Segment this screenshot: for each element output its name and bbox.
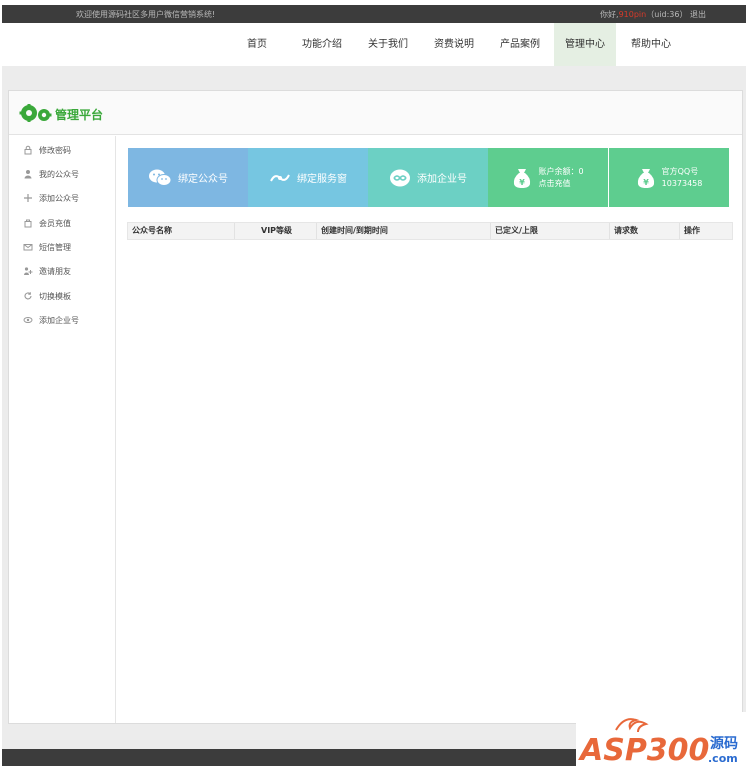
sidebar-item-add-enterprise[interactable]: 添加企业号 — [23, 313, 79, 327]
sidebar-item-label: 邀请朋友 — [39, 266, 71, 276]
sidebar-item-label: 添加企业号 — [39, 315, 79, 325]
add-enterprise-tile[interactable]: 添加企业号 — [368, 148, 488, 207]
sidebar-item-label: 短信管理 — [39, 242, 71, 252]
asp300-logo-icon: ASP300 源码 .com — [578, 718, 738, 766]
bag-icon — [23, 218, 33, 228]
alipay-icon — [269, 171, 291, 185]
panel-title: 管理平台 — [55, 108, 104, 122]
user-info: 你好,910pin（uid:36） 退出 — [600, 9, 706, 20]
svg-text:¥: ¥ — [520, 178, 526, 187]
nav-item-help[interactable]: 帮助中心 — [620, 23, 682, 66]
sidebar-item-label: 切换模板 — [39, 291, 71, 301]
column-header: 请求数 — [610, 223, 680, 239]
sidebar-item-label: 添加公众号 — [39, 193, 79, 203]
column-header: 操作 — [684, 226, 700, 235]
nav-item-pricing[interactable]: 资费说明 — [424, 23, 484, 66]
watermark-brand: ASP300 — [578, 733, 709, 766]
sidebar-item-switch-template[interactable]: 切换模板 — [23, 289, 71, 303]
nav-item-about[interactable]: 关于我们 — [358, 23, 418, 66]
bind-service-window-tile[interactable]: 绑定服务窗 — [248, 148, 368, 207]
plus-icon — [23, 193, 33, 203]
sidebar-item-recharge[interactable]: 会员充值 — [23, 216, 71, 230]
balance-line: 账户余额：0 — [538, 166, 584, 176]
column-header: VIP等级 — [235, 223, 317, 239]
qq-number: 10373458 — [661, 178, 703, 188]
invite-icon — [23, 266, 33, 276]
column-header: 公众号名称 — [128, 223, 235, 239]
nav-item-features[interactable]: 功能介绍 — [292, 23, 352, 66]
money-bag-icon: ¥ — [512, 167, 532, 189]
lock-icon — [23, 145, 33, 155]
welcome-text: 欢迎使用源码社区多用户微信营销系统! — [76, 10, 216, 19]
tile-label: 添加企业号 — [417, 174, 467, 185]
main-nav: 首页 功能介绍 关于我们 资费说明 产品案例 管理中心 帮助中心 — [2, 23, 746, 66]
sidebar-item-add-account[interactable]: 添加公众号 — [23, 191, 79, 205]
tile-label: 绑定公众号 — [178, 174, 228, 185]
sidebar-item-label: 我的公众号 — [39, 169, 79, 179]
nav-item-admin[interactable]: 管理中心 — [554, 23, 616, 66]
gears-logo-icon — [19, 104, 52, 122]
qq-label: 官方QQ号 — [661, 166, 699, 176]
recharge-link[interactable]: 点击充值 — [538, 178, 583, 190]
sidebar: 修改密码 我的公众号 添加公众号 会员充值 短信管理 邀请朋友 切换模板 添加企… — [9, 136, 116, 723]
sidebar-item-sms[interactable]: 短信管理 — [23, 240, 71, 254]
nav-item-cases[interactable]: 产品案例 — [490, 23, 550, 66]
official-qq-tile[interactable]: ¥ 官方QQ号 10373458 — [609, 148, 729, 207]
sidebar-item-label: 修改密码 — [39, 145, 71, 155]
money-bag-icon: ¥ — [636, 167, 656, 189]
username-link[interactable]: 910pin — [619, 10, 647, 19]
greeting-prefix: 你好, — [600, 10, 619, 19]
sidebar-item-label: 会员充值 — [39, 218, 71, 228]
panel-header: 管理平台 — [9, 91, 742, 135]
wechat-icon — [148, 168, 172, 188]
asp300-watermark: ASP300 源码 .com — [576, 712, 748, 766]
uid-text: （uid:36） — [646, 10, 688, 19]
watermark-suffix: 源码 — [710, 735, 738, 752]
bind-wechat-tile[interactable]: 绑定公众号 — [128, 148, 248, 207]
nav-item-home[interactable]: 首页 — [234, 23, 280, 66]
logout-link[interactable]: 退出 — [690, 10, 706, 19]
top-bar: 欢迎使用源码社区多用户微信营销系统! 你好,910pin（uid:36） 退出 — [2, 5, 746, 23]
qq-text: 官方QQ号 10373458 — [662, 166, 703, 190]
sidebar-item-change-password[interactable]: 修改密码 — [23, 143, 71, 157]
sidebar-item-invite[interactable]: 邀请朋友 — [23, 264, 71, 278]
refresh-icon — [23, 291, 33, 301]
user-icon — [23, 169, 33, 179]
action-tiles: 绑定公众号 绑定服务窗 添加企业号 ¥ 账户余额：0 点击充值 ¥ 官方QQ号 … — [128, 148, 729, 207]
svg-text:¥: ¥ — [643, 178, 649, 187]
tile-label: 绑定服务窗 — [297, 174, 347, 185]
balance-text: 账户余额：0 点击充值 — [538, 166, 583, 190]
column-header: 已定义/上限 — [491, 223, 610, 239]
account-balance-tile[interactable]: ¥ 账户余额：0 点击充值 — [488, 148, 608, 207]
column-header: 创建时间/到期时间 — [317, 223, 491, 239]
mail-icon — [23, 242, 33, 252]
watermark-domain: .com — [708, 752, 738, 765]
enterprise-icon — [389, 168, 411, 188]
accounts-table-header: 公众号名称 VIP等级 创建时间/到期时间 已定义/上限 请求数 操作 — [127, 222, 733, 240]
eye-icon — [23, 315, 33, 325]
sidebar-item-my-accounts[interactable]: 我的公众号 — [23, 167, 79, 181]
